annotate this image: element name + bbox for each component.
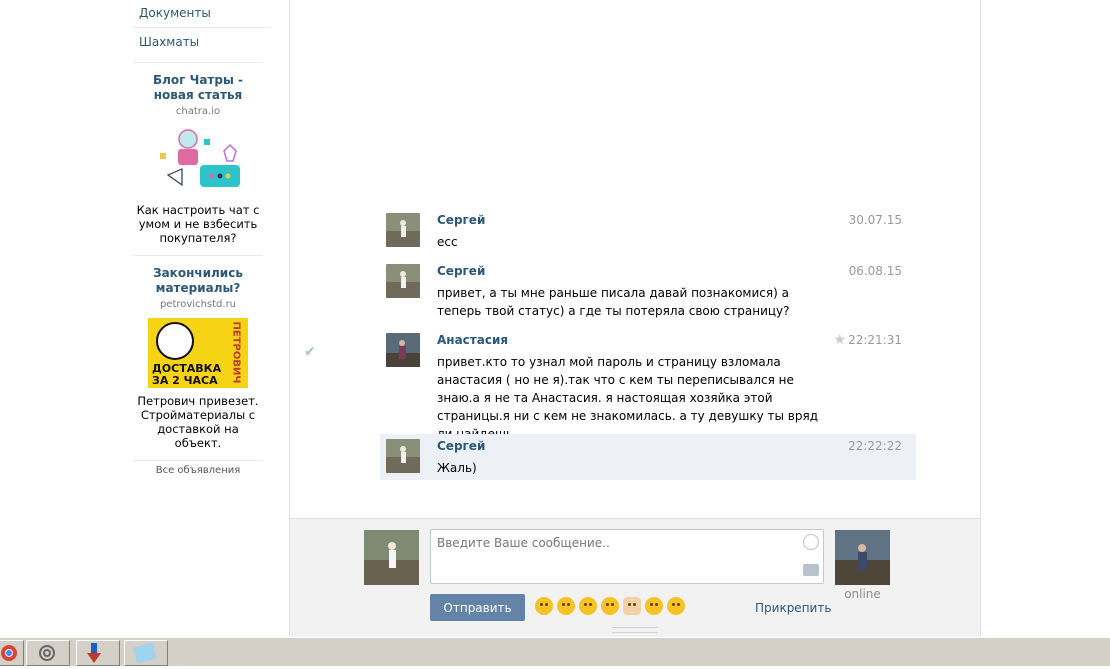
ad-image-petrovich[interactable]: ПЕТРОВИЧ ДОСТАВКА ЗА 2 ЧАСА bbox=[148, 318, 248, 388]
smile-emoji-icon[interactable] bbox=[557, 597, 575, 615]
message-text: есс bbox=[437, 235, 458, 249]
message-input[interactable]: Введите Ваше сообщение.. bbox=[430, 529, 824, 584]
ad-title[interactable]: Блог Чатры - новая статья bbox=[133, 73, 263, 103]
kiss-emoji-icon[interactable] bbox=[535, 597, 553, 615]
ad-image-chatra[interactable] bbox=[148, 125, 248, 197]
left-sidebar: Документы Шахматы Блог Чатры - новая ста… bbox=[133, 0, 271, 476]
ad-domain: petrovichstd.ru bbox=[159, 299, 237, 310]
smile-icon[interactable] bbox=[803, 534, 819, 550]
message-author[interactable]: Сергей bbox=[437, 439, 485, 453]
blush-emoji-icon[interactable] bbox=[579, 597, 597, 615]
menu-item-chess[interactable]: Шахматы bbox=[133, 28, 271, 56]
send-button[interactable]: Отправить bbox=[430, 594, 525, 621]
message-text: Жаль) bbox=[437, 461, 477, 475]
menu-item-documents[interactable]: Документы bbox=[133, 0, 271, 28]
laughing-emoji-icon[interactable] bbox=[667, 597, 685, 615]
message-input-placeholder: Введите Ваше сообщение.. bbox=[437, 536, 610, 550]
checkmark-icon[interactable]: ✔ bbox=[304, 344, 316, 360]
message-item[interactable]: Сергей 22:22:22 Жаль) bbox=[380, 434, 916, 480]
network-taskbar-button[interactable] bbox=[26, 640, 70, 666]
avatar[interactable] bbox=[386, 333, 420, 367]
peer-avatar[interactable] bbox=[835, 530, 890, 585]
message-text: привет.кто то узнал мой пароль и страниц… bbox=[437, 355, 819, 441]
chrome-taskbar-button[interactable] bbox=[0, 640, 24, 666]
app-taskbar-button[interactable] bbox=[124, 640, 168, 666]
star-icon[interactable]: ★ bbox=[833, 332, 846, 348]
ad-title[interactable]: Закончились материалы? bbox=[133, 266, 263, 296]
my-avatar[interactable] bbox=[364, 530, 419, 585]
online-status: online bbox=[844, 587, 881, 601]
camera-icon[interactable] bbox=[803, 564, 819, 576]
message-item[interactable]: Сергей 06.08.15 привет, а ты мне раньше … bbox=[380, 259, 916, 325]
all-ads-link[interactable]: Все объявления bbox=[133, 461, 263, 476]
resize-grip[interactable] bbox=[612, 627, 658, 633]
ad-chatra[interactable]: Блог Чатры - новая статья chatra.io Как … bbox=[133, 62, 263, 256]
message-time: 22:21:31 bbox=[848, 333, 902, 347]
avatar[interactable] bbox=[386, 439, 420, 473]
download-taskbar-button[interactable] bbox=[76, 640, 120, 666]
ad-delivery-time: ЗА 2 ЧАСА bbox=[152, 374, 218, 387]
message-item[interactable]: Сергей 30.07.15 есс bbox=[380, 208, 916, 252]
avatar[interactable] bbox=[386, 213, 420, 247]
victory-hand-icon[interactable] bbox=[623, 597, 641, 615]
message-author[interactable]: Сергей bbox=[437, 213, 485, 227]
message-time: 22:22:22 bbox=[848, 439, 902, 453]
ad-text: Петрович привезет. Стройматериалы с дост… bbox=[137, 394, 259, 450]
grin-emoji-icon[interactable] bbox=[601, 597, 619, 615]
avatar[interactable] bbox=[386, 264, 420, 298]
ad-text: Как настроить чат с умом и не взбесить п… bbox=[136, 203, 260, 245]
attach-button[interactable]: Прикрепить bbox=[755, 601, 831, 615]
ad-mascot bbox=[156, 322, 194, 360]
ad-petrovich[interactable]: Закончились материалы? petrovichstd.ru П… bbox=[133, 256, 263, 461]
ad-domain: chatra.io bbox=[175, 106, 221, 117]
relieved-emoji-icon[interactable] bbox=[645, 597, 663, 615]
message-composer: Введите Ваше сообщение.. Отправить Прикр… bbox=[290, 518, 980, 637]
message-time: 06.08.15 bbox=[848, 264, 902, 278]
message-time: 30.07.15 bbox=[848, 213, 902, 227]
message-author[interactable]: Анастасия bbox=[437, 333, 508, 347]
emoji-bar bbox=[535, 597, 685, 615]
dialog-column: ✔ Сергей 30.07.15 есс Сергей 06.08.15 пр… bbox=[289, 0, 981, 637]
ad-brand-text: ПЕТРОВИЧ bbox=[230, 321, 242, 384]
os-taskbar bbox=[0, 637, 1110, 666]
message-item[interactable]: Анастасия ★ 22:21:31 привет.кто то узнал… bbox=[380, 328, 916, 441]
message-author[interactable]: Сергей bbox=[437, 264, 485, 278]
message-text: привет, а ты мне раньше писала давай поз… bbox=[437, 286, 790, 318]
